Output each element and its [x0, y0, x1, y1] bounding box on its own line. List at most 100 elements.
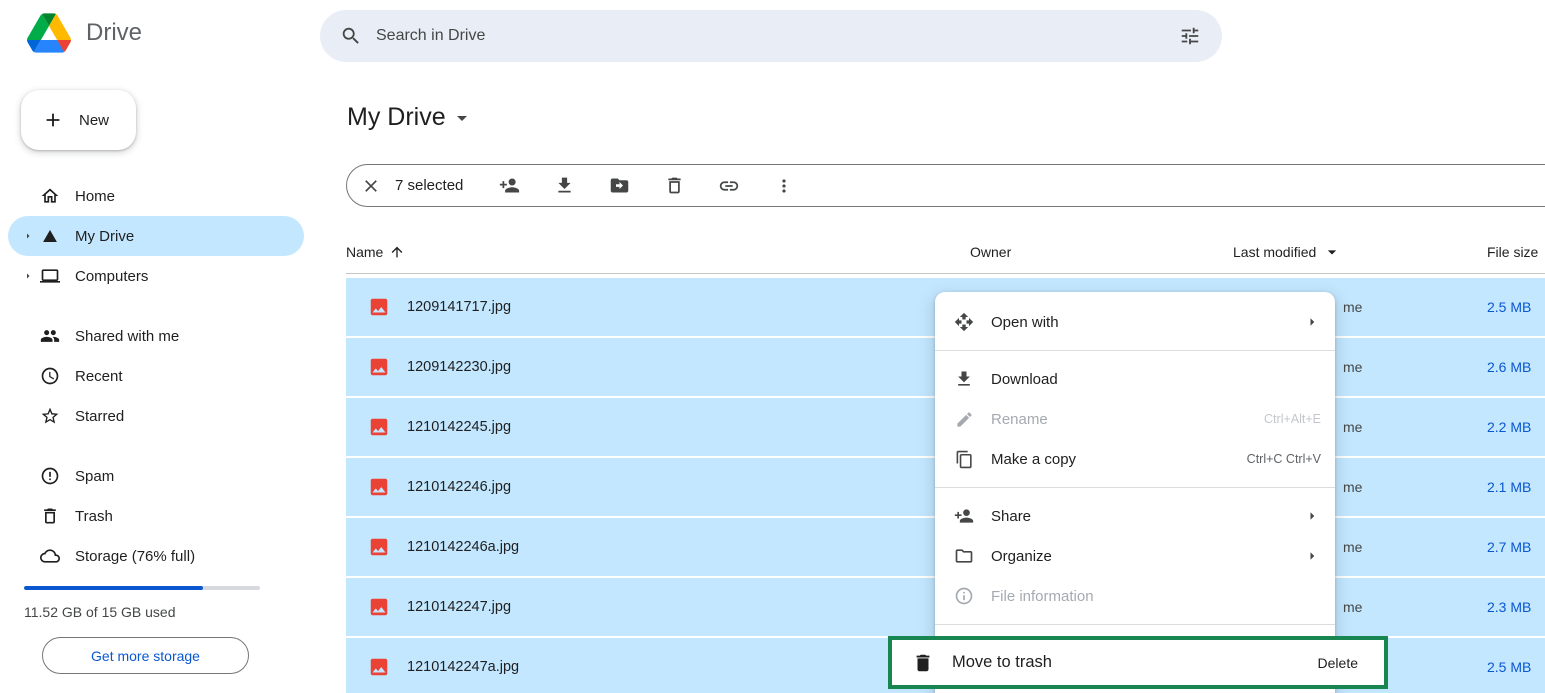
dropdown-arrow-icon — [450, 106, 474, 130]
trash-icon — [664, 175, 685, 196]
trash-button[interactable] — [654, 166, 694, 206]
sidebar-item-label: Recent — [75, 368, 123, 385]
copy-link-button[interactable] — [709, 166, 749, 206]
menu-divider — [935, 487, 1335, 488]
dropdown-arrow-icon — [1322, 242, 1342, 262]
menu-item-share[interactable]: Share — [935, 496, 1335, 536]
starred-icon — [40, 406, 60, 426]
search-bar[interactable] — [320, 10, 1222, 62]
person-add-icon — [499, 175, 520, 196]
sidebar-item-recent[interactable]: Recent — [8, 356, 304, 396]
menu-item-label: Move to trash — [952, 653, 1300, 672]
sidebar-item-trash[interactable]: Trash — [8, 496, 304, 536]
image-file-icon — [368, 476, 390, 498]
new-button-label: New — [79, 112, 109, 129]
shortcut-label: Delete — [1318, 655, 1358, 671]
folder-icon — [953, 546, 975, 566]
close-icon — [361, 176, 381, 196]
file-name: 1210142246.jpg — [407, 479, 511, 495]
new-button[interactable]: New — [21, 90, 136, 150]
sidebar-item-label: Home — [75, 188, 115, 205]
page-title[interactable]: My Drive — [347, 103, 474, 132]
file-name: 1210142247a.jpg — [407, 659, 519, 675]
sidebar-item-computers[interactable]: Computers — [8, 256, 304, 296]
plus-icon — [42, 109, 64, 131]
app-title: Drive — [86, 19, 142, 47]
move-to-folder-icon — [609, 175, 630, 196]
file-size: 2.2 MB — [1487, 419, 1545, 435]
menu-item-organize[interactable]: Organize — [935, 536, 1335, 576]
computers-icon — [40, 266, 60, 286]
file-name: 1210142247.jpg — [407, 599, 511, 615]
menu-divider — [935, 350, 1335, 351]
person-add-icon — [953, 506, 975, 526]
table-header: Name Owner Last modified File size — [346, 231, 1545, 274]
storage-cloud-icon — [40, 546, 60, 566]
image-file-icon — [368, 596, 390, 618]
column-header-owner[interactable]: Owner — [970, 244, 1233, 260]
sidebar-item-label: Trash — [75, 508, 113, 525]
sidebar-item-starred[interactable]: Starred — [8, 396, 304, 436]
sidebar-item-shared-with-me[interactable]: Shared with me — [8, 316, 304, 356]
trash-icon — [912, 652, 934, 674]
copy-icon — [953, 450, 975, 469]
search-icon[interactable] — [340, 25, 362, 47]
storage-progress-fill — [24, 586, 203, 590]
sidebar-item-storage[interactable]: Storage (76% full) — [8, 536, 304, 576]
menu-divider — [935, 624, 1335, 625]
sidebar-item-my-drive[interactable]: My Drive — [8, 216, 304, 256]
image-file-icon — [368, 356, 390, 378]
submenu-arrow-icon — [1303, 313, 1321, 331]
sidebar-item-spam[interactable]: Spam — [8, 456, 304, 496]
clear-selection-button[interactable] — [351, 166, 391, 206]
my-drive-icon — [40, 227, 60, 245]
download-icon — [554, 175, 575, 196]
open-with-icon — [953, 312, 975, 332]
column-header-last-modified[interactable]: Last modified — [1233, 242, 1487, 262]
file-size: 2.7 MB — [1487, 539, 1545, 555]
menu-item-file-information: File information — [935, 576, 1335, 616]
shared-with-me-icon — [40, 326, 60, 346]
home-icon — [40, 186, 60, 206]
download-icon — [953, 369, 975, 389]
search-options-button[interactable] — [1170, 16, 1210, 56]
sidebar-item-label: My Drive — [75, 228, 134, 245]
sidebar-nav: Home My Drive Computers Shared with me R — [8, 176, 304, 674]
file-name: 1209142230.jpg — [407, 359, 511, 375]
selected-count: 7 selected — [395, 177, 463, 194]
more-actions-button[interactable] — [764, 166, 804, 206]
info-icon — [953, 586, 975, 606]
expand-arrow-icon[interactable] — [16, 270, 40, 282]
storage-progress-bar — [24, 586, 260, 590]
column-header-name[interactable]: Name — [346, 244, 970, 260]
expand-arrow-icon[interactable] — [16, 230, 40, 242]
storage-usage-text: 11.52 GB of 15 GB used — [24, 604, 304, 620]
sidebar-item-label: Shared with me — [75, 328, 179, 345]
menu-item-make-a-copy[interactable]: Make a copy Ctrl+C Ctrl+V — [935, 439, 1335, 479]
sidebar-item-label: Spam — [75, 468, 114, 485]
search-input[interactable] — [376, 27, 1156, 45]
drive-logo-icon — [27, 13, 71, 53]
pencil-icon — [953, 410, 975, 429]
link-icon — [718, 175, 740, 197]
image-file-icon — [368, 296, 390, 318]
image-file-icon — [368, 656, 390, 678]
menu-item-open-with[interactable]: Open with — [935, 302, 1335, 342]
file-name: 1209141717.jpg — [407, 299, 511, 315]
trash-icon — [40, 506, 60, 526]
more-vert-icon — [774, 176, 794, 196]
share-button[interactable] — [489, 166, 529, 206]
spam-icon — [40, 466, 60, 486]
menu-item-move-to-trash[interactable]: Move to trash Delete — [888, 636, 1388, 689]
file-name: 1210142245.jpg — [407, 419, 511, 435]
image-file-icon — [368, 416, 390, 438]
column-header-file-size[interactable]: File size — [1487, 244, 1545, 260]
get-more-storage-button[interactable]: Get more storage — [42, 637, 249, 674]
move-button[interactable] — [599, 166, 639, 206]
download-button[interactable] — [544, 166, 584, 206]
menu-item-download[interactable]: Download — [935, 359, 1335, 399]
file-size: 2.1 MB — [1487, 479, 1545, 495]
shortcut-label: Ctrl+C Ctrl+V — [1247, 452, 1321, 466]
sidebar-item-home[interactable]: Home — [8, 176, 304, 216]
file-size: 2.5 MB — [1487, 659, 1545, 675]
